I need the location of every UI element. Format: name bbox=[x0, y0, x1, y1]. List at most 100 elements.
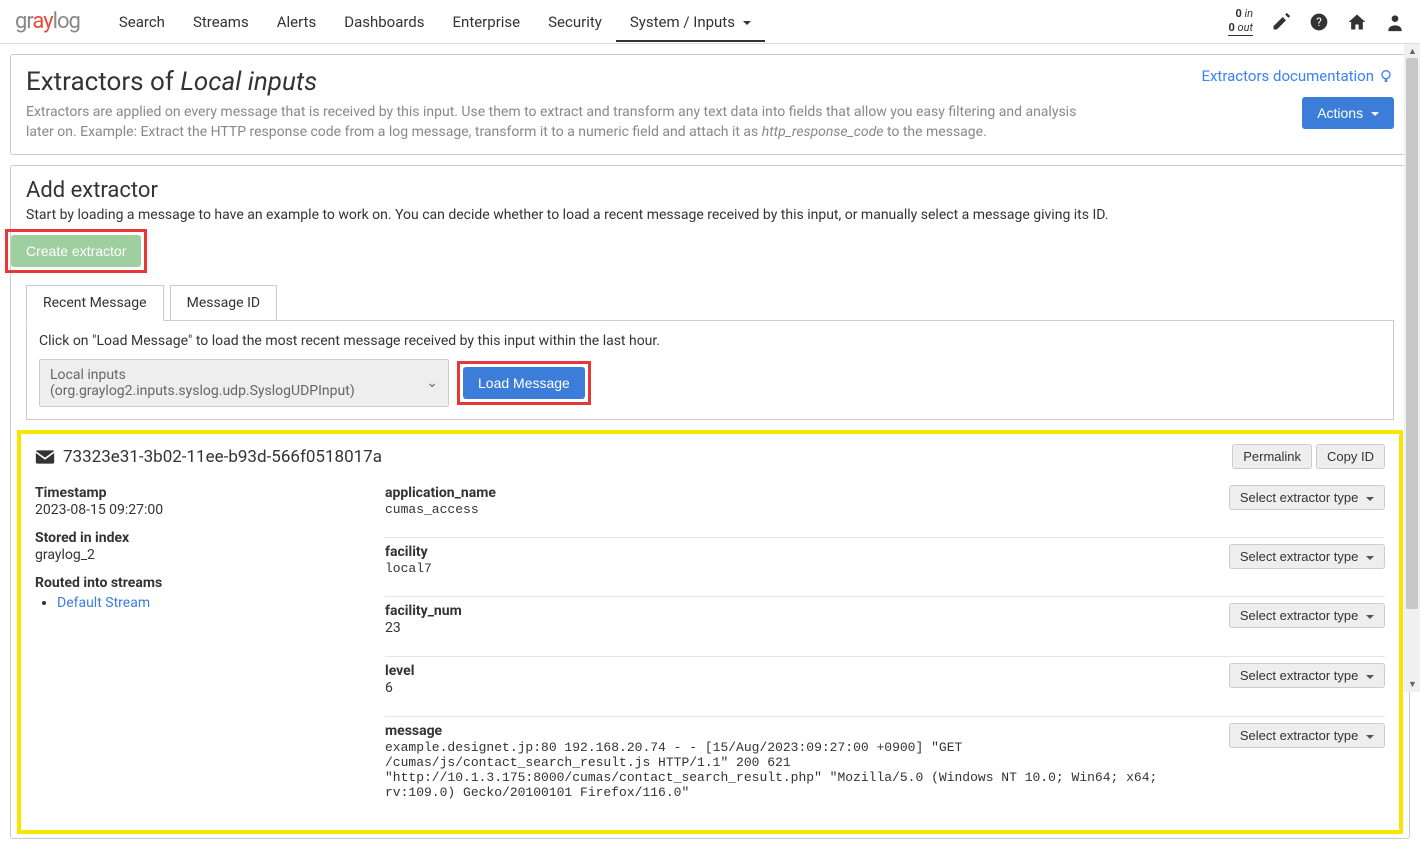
streams-list: Default Stream bbox=[35, 595, 355, 611]
nav-menu: Search Streams Alerts Dashboards Enterpr… bbox=[105, 2, 1229, 42]
field-value: 23 bbox=[385, 620, 1219, 636]
tab-recent-message[interactable]: Recent Message bbox=[26, 285, 164, 321]
tab-help-text: Click on "Load Message" to load the most… bbox=[39, 333, 1381, 349]
nav-enterprise[interactable]: Enterprise bbox=[439, 2, 535, 42]
in-count: 0 bbox=[1235, 7, 1241, 20]
message-body: Timestamp 2023-08-15 09:27:00 Stored in … bbox=[35, 485, 1385, 820]
nav-system-inputs[interactable]: System / Inputs bbox=[616, 2, 765, 42]
scroll-up-icon[interactable]: ▲ bbox=[1408, 46, 1417, 57]
load-message-button[interactable]: Load Message bbox=[463, 367, 585, 399]
field-value: example.designet.jp:80 192.168.20.74 - -… bbox=[385, 740, 1219, 800]
add-extractor-title: Add extractor bbox=[26, 178, 1394, 203]
desc-em: http_response_code bbox=[762, 124, 884, 140]
navbar: graylog Search Streams Alerts Dashboards… bbox=[0, 0, 1420, 44]
page-header-panel: Extractors of Local inputs Extractors ar… bbox=[10, 54, 1410, 155]
desc-text2: to the message. bbox=[883, 124, 986, 140]
nav-right: 0 in 0 out ? bbox=[1228, 7, 1405, 35]
message-fields-column: application_namecumas_access Select extra… bbox=[385, 485, 1385, 820]
timestamp-value: 2023-08-15 09:27:00 bbox=[35, 502, 355, 518]
title-em: Local inputs bbox=[180, 67, 317, 97]
scrollbar[interactable]: ▲ ▼ bbox=[1404, 44, 1420, 692]
page-content: Extractors of Local inputs Extractors ar… bbox=[0, 44, 1420, 859]
field-row: facilitylocal7 Select extractor type bbox=[385, 537, 1385, 588]
nav-alerts[interactable]: Alerts bbox=[263, 2, 331, 42]
message-meta-column: Timestamp 2023-08-15 09:27:00 Stored in … bbox=[35, 485, 355, 820]
field-row: application_namecumas_access Select extra… bbox=[385, 485, 1385, 529]
logo-part: gr bbox=[15, 9, 32, 34]
documentation-link[interactable]: Extractors documentation bbox=[1201, 67, 1394, 85]
input-select-value: Local inputs (org.graylog2.inputs.syslog… bbox=[50, 367, 426, 399]
input-select[interactable]: Local inputs (org.graylog2.inputs.syslog… bbox=[39, 359, 449, 407]
doclink-label: Extractors documentation bbox=[1201, 67, 1374, 85]
field-row: level6 Select extractor type bbox=[385, 656, 1385, 708]
copy-id-button[interactable]: Copy ID bbox=[1316, 444, 1385, 469]
actions-button[interactable]: Actions bbox=[1302, 97, 1394, 129]
permalink-button[interactable]: Permalink bbox=[1232, 444, 1312, 469]
field-name: facility bbox=[385, 544, 1219, 560]
chevron-down-icon bbox=[1371, 112, 1379, 116]
field-value: 6 bbox=[385, 680, 1219, 696]
edit-icon[interactable] bbox=[1271, 12, 1291, 32]
user-icon[interactable] bbox=[1385, 12, 1405, 32]
svg-text:?: ? bbox=[1316, 15, 1322, 29]
field-name: facility_num bbox=[385, 603, 1219, 619]
scroll-down-icon[interactable]: ▼ bbox=[1408, 679, 1417, 690]
logo-part: ay bbox=[32, 9, 52, 34]
envelope-icon bbox=[35, 449, 55, 465]
tab-content: Click on "Load Message" to load the most… bbox=[26, 320, 1394, 420]
page-description: Extractors are applied on every message … bbox=[26, 103, 1086, 142]
out-count: 0 bbox=[1228, 21, 1234, 34]
add-extractor-desc: Start by loading a message to have an ex… bbox=[26, 207, 1394, 223]
select-extractor-type-button[interactable]: Select extractor type bbox=[1229, 603, 1385, 628]
field-row: messageexample.designet.jp:80 192.168.20… bbox=[385, 716, 1385, 812]
in-label: in bbox=[1245, 7, 1254, 20]
message-id: 73323e31-3b02-11ee-b93d-566f0518017a bbox=[63, 447, 382, 467]
lightbulb-icon bbox=[1378, 68, 1394, 84]
home-icon[interactable] bbox=[1347, 12, 1367, 32]
field-value: local7 bbox=[385, 561, 1219, 576]
logo-part: log bbox=[53, 9, 80, 34]
scrollbar-thumb[interactable] bbox=[1406, 58, 1418, 609]
page-title: Extractors of Local inputs bbox=[26, 67, 1201, 97]
select-extractor-type-button[interactable]: Select extractor type bbox=[1229, 723, 1385, 748]
select-extractor-type-button[interactable]: Select extractor type bbox=[1229, 663, 1385, 688]
chevron-down-icon bbox=[1366, 615, 1374, 619]
tab-message-id[interactable]: Message ID bbox=[170, 285, 277, 321]
timestamp-label: Timestamp bbox=[35, 485, 355, 501]
field-name: message bbox=[385, 723, 1219, 739]
chevron-down-icon bbox=[1366, 556, 1374, 560]
select-extractor-type-button[interactable]: Select extractor type bbox=[1229, 544, 1385, 569]
field-name: application_name bbox=[385, 485, 1219, 501]
tabs: Recent Message Message ID bbox=[26, 285, 1394, 320]
add-extractor-panel: Add extractor Start by loading a message… bbox=[10, 165, 1410, 839]
list-item: Default Stream bbox=[57, 595, 355, 611]
nav-security[interactable]: Security bbox=[534, 2, 616, 42]
logo[interactable]: graylog bbox=[15, 9, 80, 34]
create-extractor-button[interactable]: Create extractor bbox=[11, 235, 141, 267]
message-result-box: 73323e31-3b02-11ee-b93d-566f0518017a Per… bbox=[17, 430, 1403, 834]
highlight-box-red: Load Message bbox=[457, 361, 591, 405]
field-name: level bbox=[385, 663, 1219, 679]
chevron-down-icon bbox=[1366, 675, 1374, 679]
actions-label: Actions bbox=[1317, 105, 1363, 121]
help-icon[interactable]: ? bbox=[1309, 12, 1329, 32]
chevron-down-icon: ⌄ bbox=[426, 375, 438, 391]
nav-search[interactable]: Search bbox=[105, 2, 179, 42]
out-label: out bbox=[1238, 21, 1253, 34]
streams-label: Routed into streams bbox=[35, 575, 355, 591]
index-value: graylog_2 bbox=[35, 547, 355, 563]
index-label: Stored in index bbox=[35, 530, 355, 546]
nav-streams[interactable]: Streams bbox=[179, 2, 263, 42]
chevron-down-icon bbox=[1366, 735, 1374, 739]
field-value: cumas_access bbox=[385, 502, 1219, 517]
field-row: facility_num23 Select extractor type bbox=[385, 596, 1385, 648]
stream-link[interactable]: Default Stream bbox=[57, 595, 150, 611]
title-text: Extractors of bbox=[26, 67, 180, 97]
nav-label: System / Inputs bbox=[630, 13, 735, 31]
select-extractor-type-button[interactable]: Select extractor type bbox=[1229, 485, 1385, 510]
throughput: 0 in 0 out bbox=[1228, 7, 1253, 35]
chevron-down-icon bbox=[1366, 497, 1374, 501]
nav-dashboards[interactable]: Dashboards bbox=[330, 2, 438, 42]
message-header: 73323e31-3b02-11ee-b93d-566f0518017a Per… bbox=[35, 444, 1385, 469]
chevron-down-icon bbox=[743, 21, 751, 25]
